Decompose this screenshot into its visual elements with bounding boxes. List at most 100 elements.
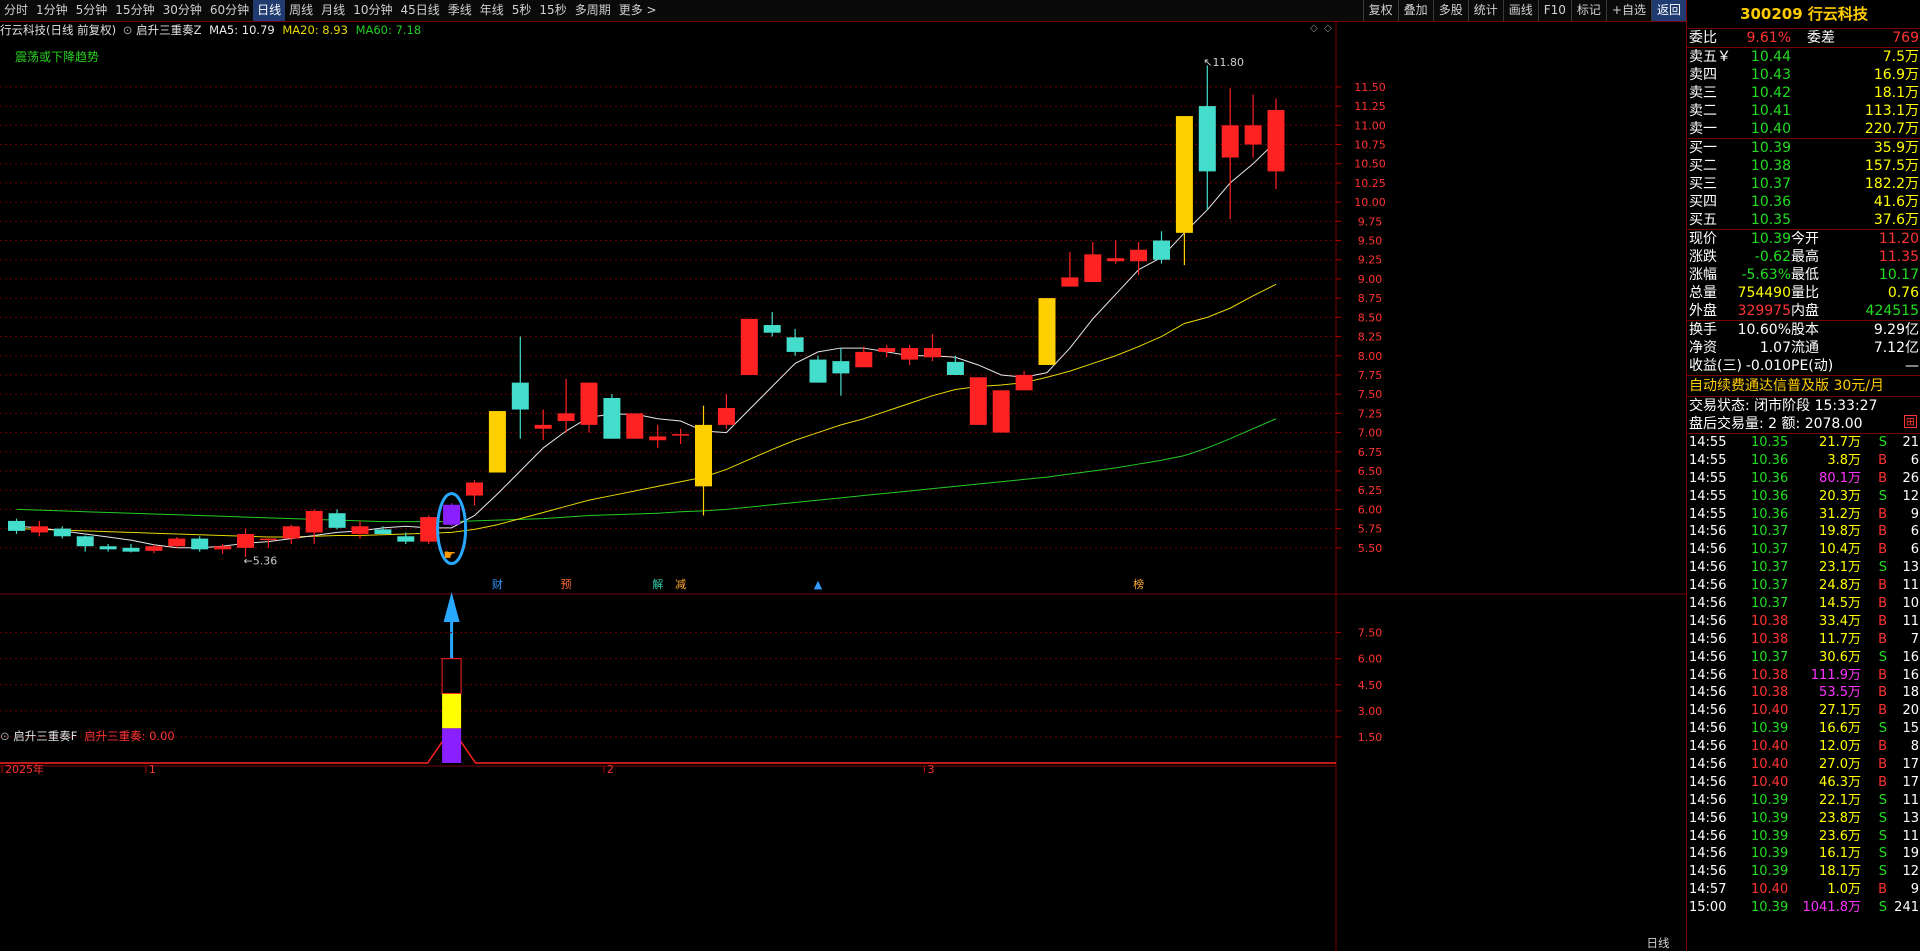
candle-body <box>557 413 575 422</box>
toolbar-button[interactable]: 叠加 <box>1397 0 1433 21</box>
bottom-tab[interactable]: 日线 <box>1631 935 1685 951</box>
candle-body <box>168 538 186 547</box>
stock-code-title: 300209 行云科技 <box>1687 0 1920 29</box>
period-tab[interactable]: 15秒 <box>535 0 570 21</box>
tick-side: S <box>1878 649 1887 665</box>
level-label: 买三 <box>1689 176 1717 192</box>
tick-side: B <box>1878 631 1887 647</box>
tick-count: 11 <box>1902 792 1919 808</box>
toolbar-button[interactable]: 复权 <box>1362 0 1398 21</box>
tick-price: 10.39 <box>1751 900 1789 916</box>
tick-count: 16 <box>1902 667 1919 683</box>
price-tick-label: 9.25 <box>1358 254 1383 267</box>
price-tick-label: 10.25 <box>1354 177 1386 190</box>
time-label: 3 <box>928 763 935 776</box>
tick-volume: 11.7万 <box>1819 631 1861 647</box>
high-price-label: ↖11.80 <box>1203 56 1244 69</box>
tick-list[interactable]: 14:55 10.35 21.7万 S 21 14:55 10.36 3.8万 B 6 14:55 1… <box>1687 434 1920 917</box>
toolbar-button[interactable]: F10 <box>1537 0 1571 21</box>
period-tab[interactable]: 60分钟 <box>206 0 253 21</box>
tick-time: 14:55 <box>1689 470 1727 486</box>
period-tab[interactable]: 5秒 <box>508 0 536 21</box>
candle-body <box>901 348 919 360</box>
tick-price: 10.39 <box>1751 864 1789 880</box>
period-tab[interactable]: 10分钟 <box>349 0 396 21</box>
tick-row: 14:56 10.37 10.4万 B 6 <box>1687 541 1920 559</box>
candle-body <box>1175 116 1193 233</box>
tick-row: 14:56 10.37 23.1万 S 13 <box>1687 559 1920 577</box>
period-tab[interactable]: 45日线 <box>396 0 443 21</box>
level-price: 10.38 <box>1750 158 1791 174</box>
order-book-row: 卖五￥ 10.44 7.5万 <box>1687 48 1920 66</box>
quote-label: 最高 <box>1791 249 1819 265</box>
tick-price: 10.40 <box>1751 739 1789 755</box>
quote-label: 总量 <box>1689 285 1717 301</box>
level-label: 卖三 <box>1689 85 1717 101</box>
subscription-ad[interactable]: 自动续费通达信普及版 30元/月 <box>1687 376 1920 396</box>
tick-price: 10.39 <box>1751 846 1789 862</box>
tick-time: 14:56 <box>1689 667 1727 683</box>
tick-time: 14:56 <box>1689 774 1727 790</box>
tick-row: 14:56 10.39 23.8万 S 13 <box>1687 810 1920 828</box>
low-price-label: ←5.36 <box>244 555 278 568</box>
tick-volume: 24.8万 <box>1819 578 1861 594</box>
tick-volume: 30.6万 <box>1819 649 1861 665</box>
tick-volume: 23.8万 <box>1819 810 1861 826</box>
period-tab[interactable]: 日线 <box>253 0 286 21</box>
tick-time: 14:56 <box>1689 846 1727 862</box>
level-volume: 37.6万 <box>1873 212 1919 228</box>
weibi-value: 9.61% <box>1746 30 1791 46</box>
toolbar-button[interactable]: 统计 <box>1467 0 1503 21</box>
weicha-label: 委差 <box>1807 30 1835 46</box>
gear-icon: ◇ <box>1324 23 1332 34</box>
period-tab[interactable]: 月线 <box>317 0 349 21</box>
candle-body <box>145 546 163 551</box>
period-tab[interactable]: 30分钟 <box>159 0 206 21</box>
period-tab[interactable]: 年线 <box>476 0 508 21</box>
period-tab[interactable]: 季线 <box>444 0 476 21</box>
kline-chart[interactable]: 11.5011.2511.0010.7510.5010.2510.009.759… <box>0 22 1686 951</box>
level-volume: 16.9万 <box>1873 67 1919 83</box>
ma20-line <box>16 283 1277 538</box>
tick-volume: 111.9万 <box>1810 667 1861 683</box>
period-tab[interactable]: 分时 <box>0 0 32 21</box>
indicator-panel-icon[interactable]: ⊙ <box>0 729 10 743</box>
weibi-row: 委比 9.61% 委差 769 <box>1687 29 1920 47</box>
tick-side: B <box>1878 757 1887 773</box>
toolbar-button[interactable]: 标记 <box>1570 0 1606 21</box>
after-hours-text: 盘后交易量: 2 额: 2078.00 <box>1689 416 1863 432</box>
quote-value: 0.76 <box>1887 285 1919 301</box>
tick-row: 14:56 10.37 30.6万 S 16 <box>1687 649 1920 667</box>
period-tab[interactable]: 5分钟 <box>72 0 112 21</box>
toolbar-button[interactable]: +自选 <box>1605 0 1651 21</box>
indicator-tick-label: 7.50 <box>1358 627 1383 640</box>
toolbar-button[interactable]: 画线 <box>1502 0 1538 21</box>
period-tab[interactable]: 15分钟 <box>111 0 158 21</box>
quote-label: 外盘 <box>1689 303 1717 319</box>
candle-body <box>511 382 529 410</box>
toolbar-button[interactable]: 返回 <box>1650 0 1686 21</box>
tick-row: 14:56 10.38 53.5万 B 18 <box>1687 684 1920 702</box>
tick-price: 10.36 <box>1751 470 1789 486</box>
expand-icon[interactable]: ⊞ <box>1903 415 1917 428</box>
tick-row: 14:55 10.36 3.8万 B 6 <box>1687 452 1920 470</box>
candle-body <box>992 390 1010 433</box>
tick-time: 14:56 <box>1689 596 1727 612</box>
period-tab[interactable]: 1分钟 <box>32 0 72 21</box>
tick-price: 10.38 <box>1751 631 1789 647</box>
candle-body <box>695 424 712 487</box>
indicator-panel-title: ⊙ 启升三重奏F 启升三重奏: 0.00 <box>0 728 175 744</box>
candle-body <box>1038 298 1056 365</box>
after-hours-volume: 盘后交易量: 2 额: 2078.00 ⊞ <box>1687 415 1920 433</box>
price-tick-label: 5.50 <box>1358 542 1383 555</box>
price-tick-label: 8.50 <box>1358 311 1383 324</box>
period-tab[interactable]: 多周期 <box>571 0 615 21</box>
quote-panel: 300209 行云科技 委比 9.61% 委差 769 卖五￥ 10.44 7.5万… <box>1647 0 1920 951</box>
candle-body <box>122 547 140 552</box>
indicator-panel-name[interactable]: 启升三重奏F <box>13 729 77 743</box>
period-tab[interactable]: 更多 > <box>615 0 661 21</box>
tick-row: 14:57 10.40 1.0万 B 9 <box>1687 881 1920 899</box>
tick-row: 14:56 10.39 18.1万 S 12 <box>1687 863 1920 881</box>
period-tab[interactable]: 周线 <box>285 0 317 21</box>
toolbar-button[interactable]: 多股 <box>1432 0 1468 21</box>
